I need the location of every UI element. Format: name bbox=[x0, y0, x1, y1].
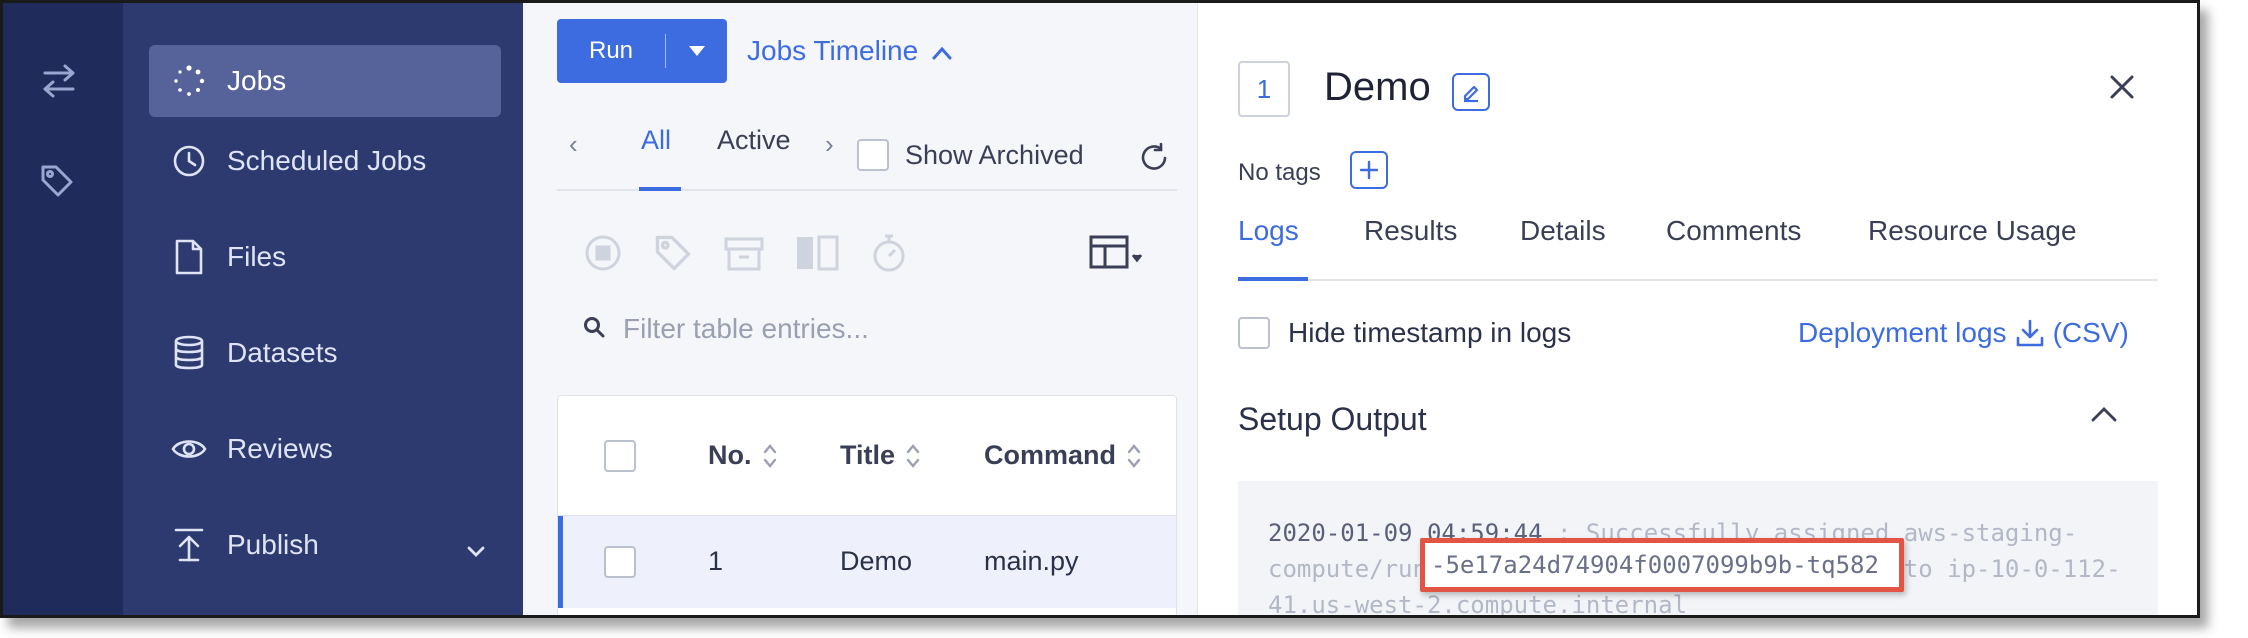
sidenav-item-label: Publish bbox=[227, 529, 319, 560]
sort-icon bbox=[763, 443, 776, 468]
download-icon bbox=[2016, 319, 2043, 347]
tab-active[interactable]: Active bbox=[717, 125, 791, 156]
cell-no: 1 bbox=[708, 546, 724, 576]
sidenav-item-publish[interactable]: Publish bbox=[149, 509, 501, 581]
hide-timestamp-checkbox[interactable] bbox=[1238, 317, 1270, 349]
search-icon bbox=[583, 313, 605, 345]
log-line: to ip-10-0-112- bbox=[1903, 555, 2121, 583]
tab-results[interactable]: Results bbox=[1364, 215, 1457, 247]
job-number-badge: 1 bbox=[1238, 61, 1290, 117]
hide-timestamp-label: Hide timestamp in logs bbox=[1288, 317, 1572, 348]
run-button-label: Run bbox=[588, 37, 634, 64]
edit-title-button[interactable] bbox=[1452, 73, 1490, 111]
job-title: Demo bbox=[1324, 65, 1431, 109]
sidenav-item-label: Jobs bbox=[227, 65, 287, 96]
timer-icon[interactable] bbox=[869, 233, 909, 278]
database-icon bbox=[169, 333, 209, 373]
tabs-scroll-left-icon[interactable]: ‹ bbox=[569, 129, 578, 160]
file-icon bbox=[169, 237, 209, 277]
column-header-no[interactable]: No. bbox=[708, 440, 778, 471]
plus-icon bbox=[1359, 160, 1379, 180]
setup-output-heading: Setup Output bbox=[1238, 401, 1427, 437]
app-window: Jobs Scheduled Jobs Files Datasets Revie… bbox=[0, 0, 2200, 618]
show-archived-label: Show Archived bbox=[905, 139, 1084, 170]
column-layout-icon[interactable] bbox=[1089, 233, 1145, 278]
sort-icon bbox=[906, 443, 920, 468]
job-actions-toolbar bbox=[583, 233, 1145, 278]
log-line: compute/run bbox=[1268, 555, 1427, 583]
column-header-label: No. bbox=[708, 440, 752, 470]
column-header-label: Command bbox=[984, 440, 1117, 470]
cell-command: main.py bbox=[984, 546, 1079, 576]
add-tag-button[interactable] bbox=[1350, 151, 1388, 189]
sidenav-item-label: Files bbox=[227, 241, 287, 272]
close-icon bbox=[2110, 75, 2134, 99]
collapse-chevron-up-icon[interactable] bbox=[2090, 405, 2118, 428]
deployment-logs-label: Deployment logs bbox=[1798, 317, 2007, 348]
job-detail-panel: 1 Demo No tags Logs Results Details Comm… bbox=[1198, 3, 2197, 618]
active-tab-underline bbox=[639, 187, 681, 191]
detail-tabs: Logs Results Details Comments Resource U… bbox=[1238, 203, 2158, 281]
sort-icon bbox=[1127, 443, 1141, 468]
deployment-logs-link[interactable]: Deployment logs (CSV) bbox=[1798, 317, 2129, 349]
tab-all[interactable]: All bbox=[641, 125, 671, 156]
jobs-table: No. Title Command 1 Demo main.py bbox=[557, 395, 1177, 615]
upload-icon bbox=[169, 525, 209, 565]
sidenav-item-jobs[interactable]: Jobs bbox=[149, 45, 501, 117]
tab-details[interactable]: Details bbox=[1520, 215, 1606, 247]
run-button[interactable]: Run bbox=[557, 19, 727, 83]
compare-icon[interactable] bbox=[795, 233, 839, 278]
stop-icon[interactable] bbox=[583, 233, 623, 278]
sidenav-item-label: Datasets bbox=[227, 337, 338, 368]
log-line: 41.us-west-2.compute.internal bbox=[1268, 591, 1688, 618]
table-header: No. Title Command bbox=[558, 396, 1176, 516]
tab-comments[interactable]: Comments bbox=[1666, 215, 1801, 247]
swap-arrows-icon[interactable] bbox=[39, 61, 79, 101]
highlighted-run-id: -5e17a24d74904f0007099b9b-tq582 bbox=[1420, 538, 1904, 592]
chevron-up-icon bbox=[932, 35, 952, 67]
table-row[interactable]: 1 Demo main.py bbox=[558, 516, 1176, 608]
tab-logs[interactable]: Logs bbox=[1238, 215, 1299, 247]
filter-placeholder: Filter table entries... bbox=[623, 313, 869, 344]
spinner-icon bbox=[169, 61, 209, 101]
filter-input[interactable]: Filter table entries... bbox=[583, 313, 869, 345]
row-checkbox[interactable] bbox=[604, 546, 636, 578]
active-tab-underline bbox=[1238, 277, 1308, 281]
sidenav-item-label: Reviews bbox=[227, 433, 333, 464]
sidenav-item-scheduled-jobs[interactable]: Scheduled Jobs bbox=[149, 125, 501, 197]
archive-icon[interactable] bbox=[723, 233, 765, 278]
chevron-down-icon[interactable] bbox=[467, 533, 485, 565]
job-filter-tabs: ‹ All Active › Show Archived bbox=[557, 113, 1177, 191]
select-all-checkbox[interactable] bbox=[604, 440, 636, 472]
sidenav-item-files[interactable]: Files bbox=[149, 221, 501, 293]
cell-title: Demo bbox=[840, 546, 913, 576]
clock-icon bbox=[169, 141, 209, 181]
sidenav-item-reviews[interactable]: Reviews bbox=[149, 413, 501, 485]
tag-job-icon[interactable] bbox=[653, 233, 693, 278]
tab-resource-usage[interactable]: Resource Usage bbox=[1868, 215, 2077, 247]
jobs-timeline-label: Jobs Timeline bbox=[747, 35, 919, 66]
eye-icon bbox=[169, 429, 209, 469]
close-button[interactable] bbox=[2108, 73, 2136, 106]
refresh-icon[interactable] bbox=[1139, 142, 1169, 178]
run-dropdown-caret-icon[interactable] bbox=[666, 45, 727, 57]
sidenav-item-label: Scheduled Jobs bbox=[227, 145, 427, 176]
tag-icon[interactable] bbox=[39, 163, 79, 203]
column-header-label: Title bbox=[840, 440, 896, 470]
pencil-icon bbox=[1463, 85, 1479, 103]
side-navigation: Jobs Scheduled Jobs Files Datasets Revie… bbox=[123, 3, 523, 615]
hide-timestamp-toggle[interactable]: Hide timestamp in logs bbox=[1238, 317, 1571, 349]
show-archived-checkbox[interactable] bbox=[857, 139, 889, 171]
no-tags-label: No tags bbox=[1238, 159, 1321, 186]
column-header-command[interactable]: Command bbox=[984, 440, 1142, 471]
sidenav-item-datasets[interactable]: Datasets bbox=[149, 317, 501, 389]
column-header-title[interactable]: Title bbox=[840, 440, 921, 471]
tabs-scroll-right-icon[interactable]: › bbox=[825, 129, 834, 160]
jobs-panel: Run Jobs Timeline ‹ All Active › Show Ar… bbox=[523, 3, 1198, 615]
jobs-timeline-toggle[interactable]: Jobs Timeline bbox=[747, 35, 952, 67]
csv-label: (CSV) bbox=[2052, 317, 2129, 348]
icon-rail bbox=[3, 3, 123, 615]
show-archived-toggle[interactable]: Show Archived bbox=[857, 139, 1084, 171]
